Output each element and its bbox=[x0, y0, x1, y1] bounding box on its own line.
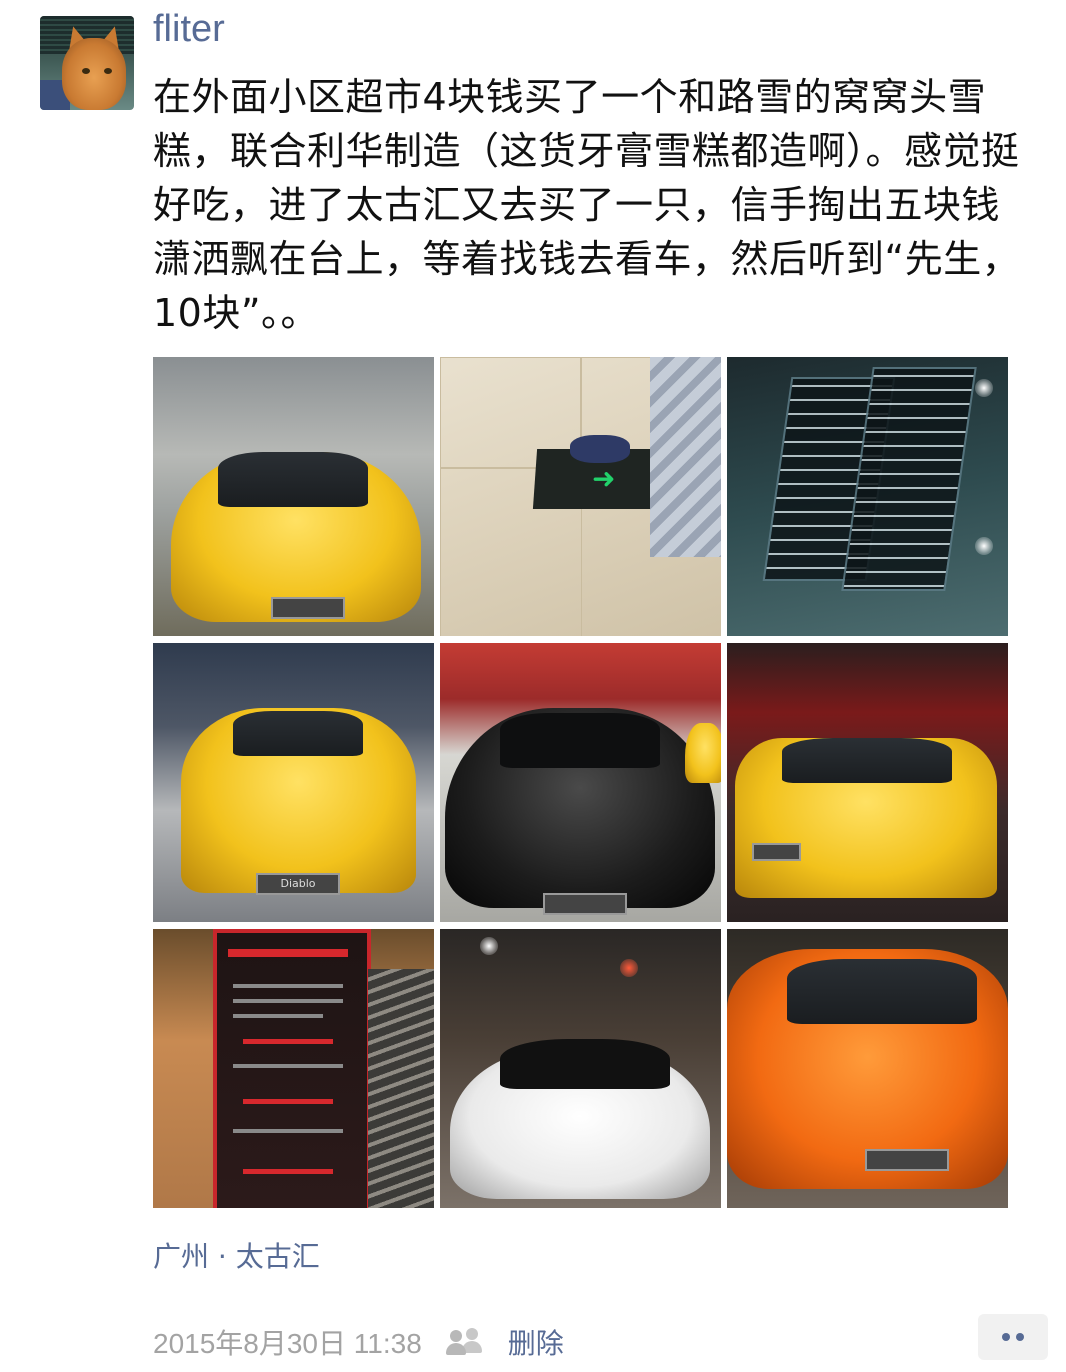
photo-3[interactable] bbox=[727, 357, 1008, 636]
friends-icon bbox=[445, 1328, 486, 1356]
sign-header bbox=[228, 949, 348, 957]
timestamp: 2015年8月30日 11:38 bbox=[153, 1328, 422, 1359]
trouser-leg bbox=[650, 357, 721, 557]
photo-grid: ➜ Diablo bbox=[153, 357, 1008, 1208]
sign-text-line bbox=[233, 999, 343, 1003]
sign-text-line bbox=[233, 1014, 323, 1018]
avatar[interactable] bbox=[40, 16, 134, 110]
car-roof bbox=[500, 1039, 670, 1089]
photo-7[interactable] bbox=[153, 929, 434, 1208]
more-button[interactable] bbox=[978, 1314, 1048, 1360]
more-icon bbox=[1002, 1333, 1010, 1341]
license-plate: Diablo bbox=[256, 873, 340, 895]
more-icon bbox=[1016, 1333, 1024, 1341]
escalator bbox=[368, 969, 434, 1208]
photo-9[interactable] bbox=[727, 929, 1008, 1208]
sign-section bbox=[243, 1169, 333, 1174]
sign-text-line bbox=[233, 1129, 343, 1133]
photo-8[interactable] bbox=[440, 929, 721, 1208]
post-footer: 2015年8月30日 11:38 删除 bbox=[153, 1322, 564, 1362]
photo-2[interactable]: ➜ bbox=[440, 357, 721, 636]
slipper-left bbox=[570, 435, 630, 463]
avatar-cat-eye-right bbox=[104, 68, 112, 74]
car-background bbox=[685, 723, 721, 783]
sign-stand bbox=[213, 929, 371, 1208]
red-light bbox=[620, 959, 638, 977]
sign-text-line bbox=[233, 984, 343, 988]
photo-5[interactable] bbox=[440, 643, 721, 922]
photo-6[interactable] bbox=[727, 643, 1008, 922]
delete-button[interactable]: 删除 bbox=[508, 1322, 564, 1362]
post-text: 在外面小区超市4块钱买了一个和路雪的窝窝头雪糕，联合利华制造（这货牙膏雪糕都造啊… bbox=[153, 75, 1021, 335]
arrow-right-icon: ➜ bbox=[592, 462, 616, 495]
car-windshield bbox=[218, 452, 368, 507]
license-plate bbox=[543, 893, 627, 915]
license-plate bbox=[752, 843, 801, 861]
username[interactable]: fliter bbox=[153, 8, 225, 51]
sign-section bbox=[243, 1099, 333, 1104]
license-plate bbox=[271, 597, 345, 619]
car-windshield bbox=[233, 711, 363, 756]
ceiling-light bbox=[975, 537, 993, 555]
car-windshield bbox=[787, 959, 977, 1024]
avatar-cat bbox=[62, 38, 126, 110]
license-plate bbox=[865, 1149, 949, 1171]
photo-4[interactable]: Diablo bbox=[153, 643, 434, 922]
car-windshield bbox=[782, 738, 952, 783]
sign-section bbox=[243, 1039, 333, 1044]
location-link[interactable]: 广州 · 太古汇 bbox=[153, 1235, 320, 1275]
avatar-cat-eye-left bbox=[82, 68, 90, 74]
ceiling-light bbox=[480, 937, 498, 955]
ceiling-light bbox=[975, 379, 993, 397]
sign-text-line bbox=[233, 1064, 343, 1068]
car-windshield bbox=[500, 713, 660, 768]
photo-1[interactable] bbox=[153, 357, 434, 636]
